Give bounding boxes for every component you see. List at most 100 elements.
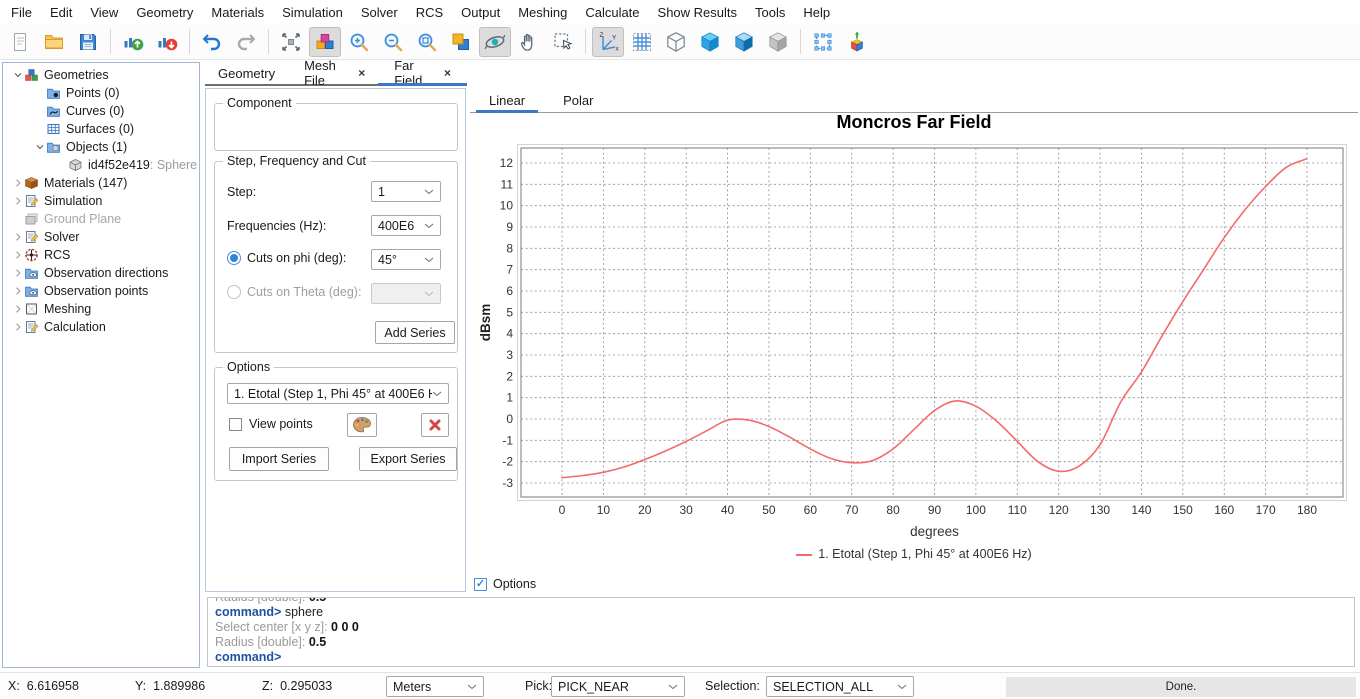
- tree-item-geometries[interactable]: Geometries: [3, 66, 199, 84]
- tree-collapsed-chevron-icon[interactable]: [11, 267, 24, 280]
- tab-far-field[interactable]: Far Field×: [381, 62, 464, 84]
- tree-collapsed-chevron-icon[interactable]: [11, 249, 24, 262]
- cube-solid-button[interactable]: [694, 27, 726, 57]
- import-series-button[interactable]: Import Series: [229, 447, 329, 471]
- tree-collapsed-chevron-icon[interactable]: [11, 195, 24, 208]
- export-series-button[interactable]: [151, 27, 183, 57]
- series-selector-combo[interactable]: 1. Etotal (Step 1, Phi 45° at 400E6 Hz): [227, 383, 449, 404]
- cuts-on-theta-combo: [371, 283, 441, 304]
- console-line: Select center [x y z]: 0 0 0: [215, 620, 1354, 635]
- overlap-squares-button[interactable]: [445, 27, 477, 57]
- cuts-on-phi-radio[interactable]: Cuts on phi (deg):: [227, 251, 346, 265]
- tree-item-solver[interactable]: Solver: [3, 228, 199, 246]
- menu-calculate[interactable]: Calculate: [576, 1, 648, 24]
- delete-series-button[interactable]: [421, 413, 449, 437]
- chevron-down-icon: [668, 684, 678, 690]
- tree-item-curves-0[interactable]: Curves (0): [3, 102, 199, 120]
- import-series-button[interactable]: [117, 27, 149, 57]
- tree-item-meshing[interactable]: Meshing: [3, 300, 199, 318]
- add-series-button[interactable]: Add Series: [375, 321, 455, 344]
- tree-item-ground-plane[interactable]: Ground Plane: [3, 210, 199, 228]
- zoom-out-button[interactable]: [377, 27, 409, 57]
- svg-text:180: 180: [1297, 503, 1317, 517]
- tree-item-rcs[interactable]: RCS: [3, 246, 199, 264]
- chart-tab-polar[interactable]: Polar: [550, 88, 606, 112]
- tree-expanded-chevron-icon[interactable]: [11, 69, 24, 82]
- tree-item-surfaces-0[interactable]: Surfaces (0): [3, 120, 199, 138]
- redo-button[interactable]: [230, 27, 262, 57]
- tree-item-calculation[interactable]: Calculation: [3, 318, 199, 336]
- open-folder-button[interactable]: [38, 27, 70, 57]
- menu-help[interactable]: Help: [794, 1, 839, 24]
- view-points-checkbox[interactable]: View points: [229, 417, 313, 431]
- selection-combo[interactable]: SELECTION_ALL: [766, 676, 914, 697]
- menu-materials[interactable]: Materials: [202, 1, 273, 24]
- close-tab-icon[interactable]: ×: [444, 67, 451, 79]
- tree-item-objects-1[interactable]: Objects (1): [3, 138, 199, 156]
- tree-expanded-chevron-icon[interactable]: [33, 141, 46, 154]
- menu-solver[interactable]: Solver: [352, 1, 407, 24]
- menu-simulation[interactable]: Simulation: [273, 1, 352, 24]
- menu-meshing[interactable]: Meshing: [509, 1, 576, 24]
- tree-collapsed-chevron-icon[interactable]: [11, 285, 24, 298]
- cube-shaded-button[interactable]: [728, 27, 760, 57]
- menu-output[interactable]: Output: [452, 1, 509, 24]
- tree-collapsed-chevron-icon[interactable]: [11, 177, 24, 190]
- tab-mesh-file[interactable]: Mesh File×: [291, 62, 378, 84]
- cube-wireframe-button[interactable]: [660, 27, 692, 57]
- tree-collapsed-chevron-icon[interactable]: [11, 303, 24, 316]
- menu-tools[interactable]: Tools: [746, 1, 794, 24]
- units-combo[interactable]: Meters: [386, 676, 484, 697]
- tree-collapsed-chevron-icon[interactable]: [11, 231, 24, 244]
- menu-file[interactable]: File: [2, 1, 41, 24]
- axis-cube-button[interactable]: [841, 27, 873, 57]
- fit-view-button[interactable]: [275, 27, 307, 57]
- menu-rcs[interactable]: RCS: [407, 1, 452, 24]
- save-button[interactable]: [72, 27, 104, 57]
- new-file-button[interactable]: [4, 27, 36, 57]
- tree-collapsed-chevron-icon[interactable]: [11, 321, 24, 334]
- menu-view[interactable]: View: [81, 1, 127, 24]
- orbit-button[interactable]: [479, 27, 511, 57]
- grid-button[interactable]: [626, 27, 658, 57]
- geometries-icon: [24, 68, 40, 82]
- selection-rect-button[interactable]: [807, 27, 839, 57]
- tree-item-observation-directions[interactable]: Observation directions: [3, 264, 199, 282]
- tree-item-points-0[interactable]: Points (0): [3, 84, 199, 102]
- series-color-button[interactable]: [347, 413, 377, 437]
- svg-text:1: 1: [506, 391, 513, 405]
- cube-gray-button[interactable]: [762, 27, 794, 57]
- tree-item-simulation[interactable]: Simulation: [3, 192, 199, 210]
- zoom-window-button[interactable]: [411, 27, 443, 57]
- tree-item-label: RCS: [44, 248, 70, 262]
- cube-shaded-icon: [732, 30, 756, 54]
- tab-geometry[interactable]: Geometry: [205, 62, 288, 84]
- menu-geometry[interactable]: Geometry: [127, 1, 202, 24]
- select-cursor-button[interactable]: [547, 27, 579, 57]
- tree-item-observation-points[interactable]: Observation points: [3, 282, 199, 300]
- view-cubes-icon: [313, 30, 337, 54]
- tab-label: Far Field: [394, 58, 436, 88]
- tree-item-materials-147[interactable]: Materials (147): [3, 174, 199, 192]
- close-tab-icon[interactable]: ×: [358, 67, 365, 79]
- select-cursor-icon: [551, 30, 575, 54]
- export-series-button[interactable]: Export Series: [359, 447, 457, 471]
- step-combo[interactable]: 1: [371, 181, 441, 202]
- cuts-on-phi-combo[interactable]: 45°: [371, 249, 441, 270]
- frequencies-combo[interactable]: 400E6: [371, 215, 441, 236]
- toolbar-separator: [268, 29, 269, 54]
- menu-show-results[interactable]: Show Results: [649, 1, 746, 24]
- pick-combo[interactable]: PICK_NEAR: [551, 676, 685, 697]
- pan-hand-button[interactable]: [513, 27, 545, 57]
- view-cubes-button[interactable]: [309, 27, 341, 57]
- chart-tab-linear[interactable]: Linear: [476, 88, 538, 112]
- command-console[interactable]: Radius [double]: 0.5command> sphereSelec…: [207, 597, 1355, 667]
- menu-edit[interactable]: Edit: [41, 1, 81, 24]
- zoom-in-button[interactable]: [343, 27, 375, 57]
- project-tree[interactable]: GeometriesPoints (0)Curves (0)Surfaces (…: [2, 62, 200, 668]
- axes-xyz-button[interactable]: ZYx: [592, 27, 624, 57]
- undo-button[interactable]: [196, 27, 228, 57]
- tree-item-id4f52e419[interactable]: id4f52e419 : Sphere: [3, 156, 199, 174]
- chart-options-checkbox[interactable]: ✓ Options: [474, 576, 536, 592]
- svg-text:3: 3: [506, 348, 513, 362]
